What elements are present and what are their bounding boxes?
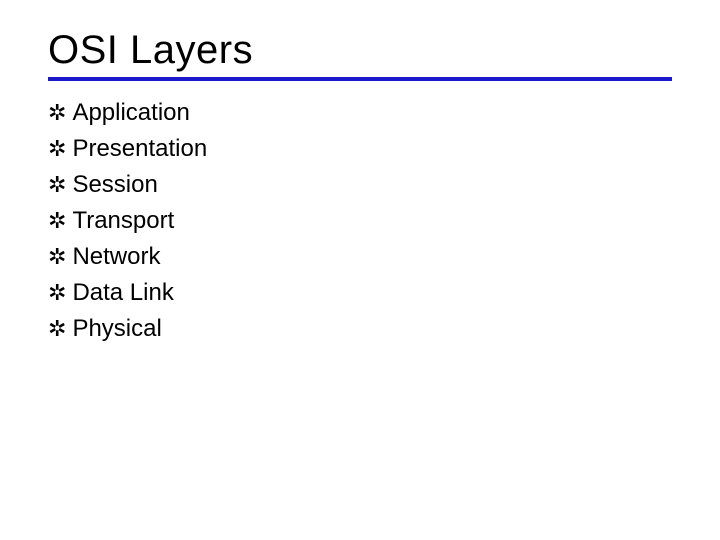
list-item: ✲ Network: [48, 239, 672, 275]
list-item-label: Data Link: [72, 275, 173, 311]
asterisk-bullet-icon: ✲: [48, 240, 66, 273]
list-item-label: Session: [72, 167, 157, 203]
asterisk-bullet-icon: ✲: [48, 204, 66, 237]
asterisk-bullet-icon: ✲: [48, 312, 66, 345]
list-item-label: Application: [72, 95, 189, 131]
list-item: ✲ Physical: [48, 311, 672, 347]
list-item: ✲ Application: [48, 95, 672, 131]
list-item-label: Transport: [72, 203, 174, 239]
bullet-list: ✲ Application ✲ Presentation ✲ Session ✲…: [48, 95, 672, 347]
slide-title: OSI Layers: [48, 28, 672, 73]
asterisk-bullet-icon: ✲: [48, 132, 66, 165]
list-item: ✲ Transport: [48, 203, 672, 239]
slide: OSI Layers ✲ Application ✲ Presentation …: [0, 0, 720, 347]
asterisk-bullet-icon: ✲: [48, 168, 66, 201]
asterisk-bullet-icon: ✲: [48, 276, 66, 309]
asterisk-bullet-icon: ✲: [48, 96, 66, 129]
list-item-label: Presentation: [72, 131, 207, 167]
list-item: ✲ Data Link: [48, 275, 672, 311]
list-item: ✲ Presentation: [48, 131, 672, 167]
list-item: ✲ Session: [48, 167, 672, 203]
list-item-label: Physical: [72, 311, 161, 347]
list-item-label: Network: [72, 239, 160, 275]
title-underline: [48, 77, 672, 81]
